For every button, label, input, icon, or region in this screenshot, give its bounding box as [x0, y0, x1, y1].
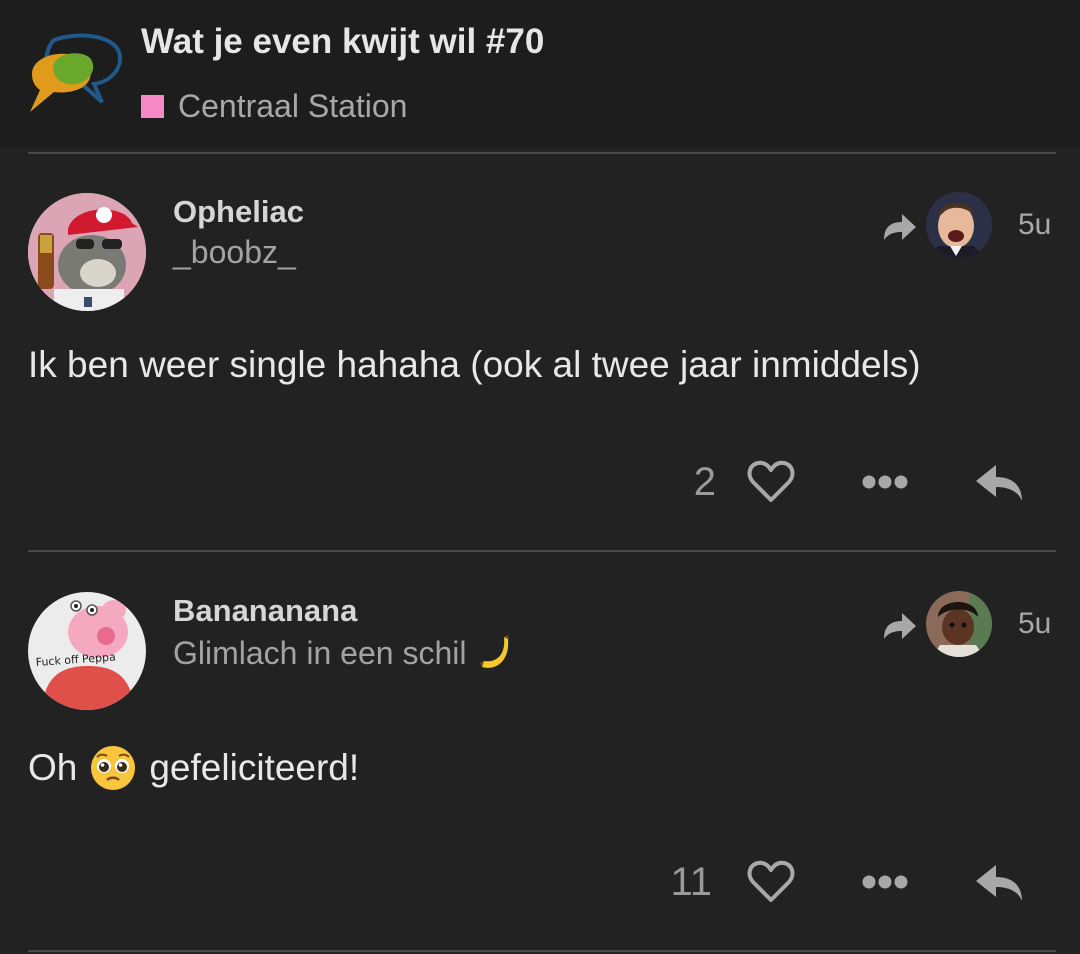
otter-avatar-icon [28, 193, 146, 311]
divider [28, 550, 1056, 552]
post-age[interactable]: 5u [1018, 607, 1051, 641]
share-arrow-icon[interactable] [882, 611, 918, 641]
category-link[interactable]: Centraal Station [141, 86, 407, 126]
user-title: Glimlach in een schil [173, 633, 516, 673]
reply-to-avatar[interactable] [926, 591, 992, 657]
author-name[interactable]: Banananana [173, 593, 357, 629]
reply-to-avatar[interactable] [926, 192, 992, 258]
user-title: _boobz_ [173, 234, 296, 270]
post-text: Ik ben weer single hahaha (ook al twee j… [28, 344, 921, 385]
category-name: Centraal Station [178, 87, 408, 124]
banana-emoji-icon [480, 635, 510, 668]
ellipsis-icon[interactable] [862, 474, 908, 490]
child-avatar-icon [926, 591, 992, 657]
post-body: Oh gefeliciteerd! [28, 744, 359, 792]
heart-icon[interactable] [747, 460, 795, 504]
topic-header: Wat je even kwijt wil #70 Centraal Stati… [0, 0, 1080, 148]
peppa-avatar-icon: Fuck off Peppa [28, 592, 146, 710]
ellipsis-icon[interactable] [862, 874, 908, 890]
heart-icon[interactable] [747, 860, 795, 904]
divider [28, 950, 1056, 952]
topic-title[interactable]: Wat je even kwijt wil #70 [141, 22, 544, 62]
category-color-badge [141, 94, 164, 118]
share-arrow-icon[interactable] [882, 212, 918, 242]
post-text-before: Oh [28, 747, 78, 788]
post-age[interactable]: 5u [1018, 208, 1051, 242]
author-avatar[interactable] [28, 193, 146, 311]
user-title-text: Glimlach in een schil [173, 634, 467, 671]
pleading-face-emoji-icon [91, 746, 136, 790]
post-text-after: gefeliciteerd! [149, 747, 360, 788]
laughing-man-avatar-icon [926, 192, 992, 258]
forum-logo-icon[interactable] [24, 30, 124, 116]
post-body: Ik ben weer single hahaha (ook al twee j… [28, 344, 921, 386]
reply-arrow-icon[interactable] [974, 859, 1024, 903]
like-count[interactable]: 11 [632, 860, 712, 905]
like-count[interactable]: 2 [636, 460, 716, 505]
author-name[interactable]: Opheliac [173, 194, 304, 230]
reply-arrow-icon[interactable] [974, 459, 1024, 503]
author-avatar[interactable]: Fuck off Peppa [28, 592, 146, 710]
divider [28, 152, 1056, 154]
